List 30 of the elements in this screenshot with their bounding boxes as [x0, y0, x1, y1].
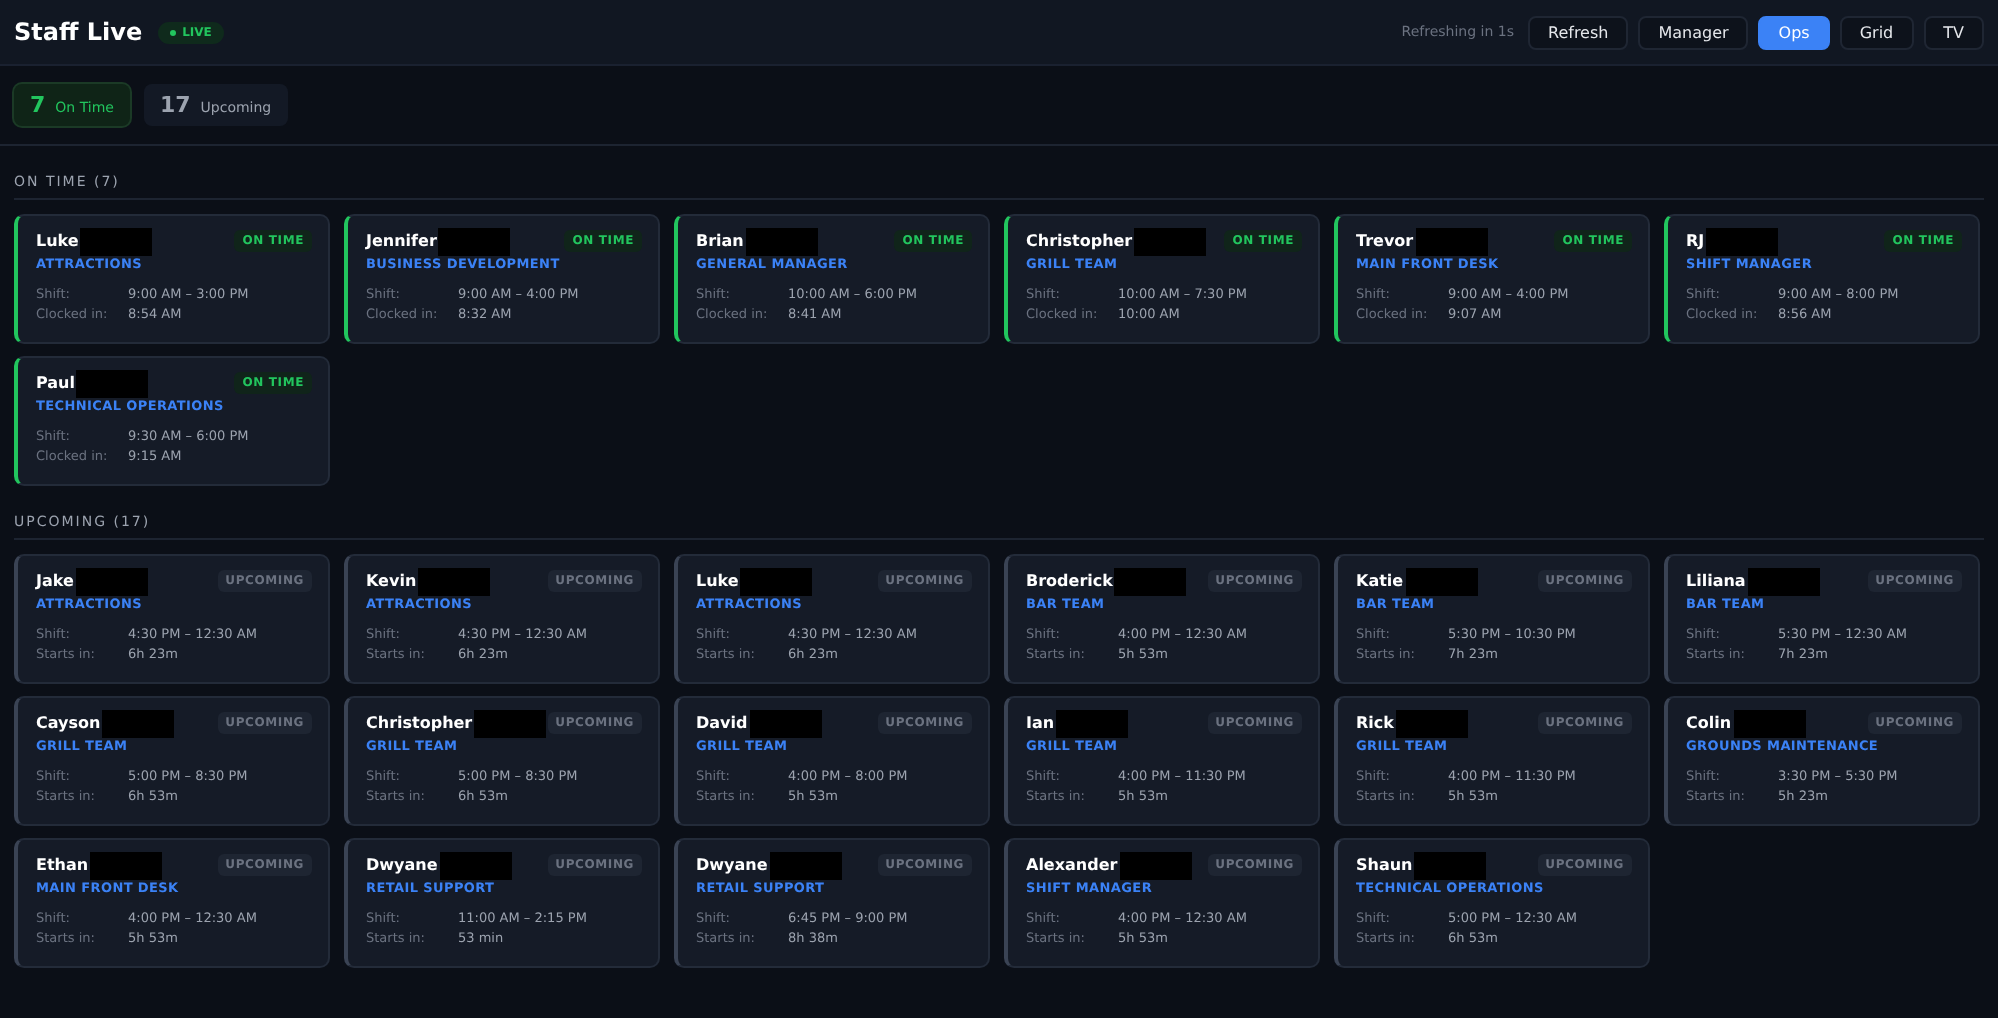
staff-name: Luke [36, 232, 79, 250]
staff-name: Kevin [366, 572, 417, 590]
staff-name: Jake [36, 572, 74, 590]
staff-name: Alexander [1026, 856, 1118, 874]
staff-name: Katie [1356, 572, 1404, 590]
staff-name: Christopher [366, 714, 473, 732]
staff-name: Jennifer [366, 232, 437, 250]
staff-name: Ian [1026, 714, 1055, 732]
app-title: Staff Live [14, 18, 143, 46]
staff-name: Shaun [1356, 856, 1413, 874]
staff-name: David [696, 714, 748, 732]
staff-name: Luke [696, 572, 739, 590]
refresh-button[interactable]: Refresh [1528, 15, 1629, 49]
staff-name: Brian [696, 232, 744, 250]
staff-name: Liliana [1686, 572, 1746, 590]
staff-name: Colin [1686, 714, 1732, 732]
staff-name: Cayson [36, 714, 101, 732]
staff-name: Broderick [1026, 572, 1113, 590]
staff-name: Dwyane [366, 856, 438, 874]
staff-name: Rick [1356, 714, 1394, 732]
staff-name: Trevor [1356, 232, 1414, 250]
view-button[interactable]: TV [1923, 15, 1984, 49]
staff-name: Dwyane [696, 856, 768, 874]
view-button[interactable]: Grid [1839, 15, 1914, 49]
view-button[interactable]: Ops [1758, 15, 1830, 49]
staff-name: Paul [36, 374, 75, 392]
staff-name: Christopher [1026, 232, 1133, 250]
view-button[interactable]: Manager [1638, 15, 1749, 49]
staff-name: RJ [1686, 232, 1705, 250]
staff-name: Ethan [36, 856, 89, 874]
